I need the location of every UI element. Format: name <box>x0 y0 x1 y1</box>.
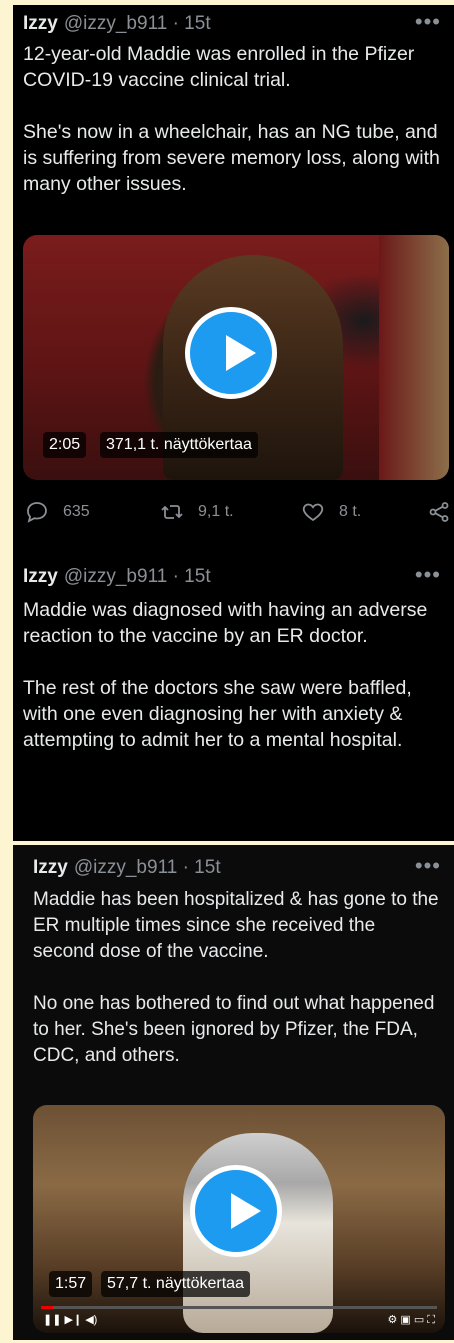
video-duration-badge: 1:57 <box>49 1271 93 1297</box>
author-name[interactable]: Izzy <box>33 857 68 878</box>
retweet-count: 9,1 t. <box>198 503 234 520</box>
more-options-icon[interactable]: ••• <box>415 9 441 35</box>
tweet-paragraph: No one has bothered to find out what hap… <box>33 993 435 1066</box>
video-views-badge: 57,7 t. näyttökertaa <box>101 1271 250 1297</box>
like-button[interactable]: 8 t. <box>301 500 361 524</box>
more-options-icon[interactable]: ••• <box>415 562 441 588</box>
video-thumbnail-wall <box>379 235 449 480</box>
play-icon[interactable] <box>190 1165 282 1257</box>
video-controls: ❚❚ ▶❙ ◀) ⚙ ▣ ▭ ⛶ <box>43 1313 435 1327</box>
video-progress-fill <box>41 1306 53 1309</box>
more-options-icon[interactable]: ••• <box>415 853 441 879</box>
tweet-text: Maddie has been hospitalized & has gone … <box>33 887 441 1069</box>
tweet-paragraph: 12-year-old Maddie was enrolled in the P… <box>23 43 415 91</box>
tweet-time: · 15t <box>172 566 211 587</box>
tweet-text: 12-year-old Maddie was enrolled in the P… <box>23 41 441 197</box>
tweet-paragraph: Maddie has been hospitalized & has gone … <box>33 889 439 962</box>
like-count: 8 t. <box>339 503 362 520</box>
retweet-button[interactable]: 9,1 t. <box>160 500 234 524</box>
reply-button[interactable]: 635 <box>25 500 90 524</box>
tweet-time: · 15t <box>182 857 221 878</box>
share-icon <box>429 502 449 522</box>
video-views-badge: 371,1 t. näyttökertaa <box>100 432 258 458</box>
tweet-actions: 635 9,1 t. 8 t. <box>23 500 449 530</box>
retweet-icon <box>161 505 183 519</box>
like-icon <box>302 503 324 522</box>
video-right-controls[interactable]: ⚙ ▣ ▭ ⛶ <box>387 1313 435 1327</box>
tweet-time: · 15t <box>172 13 211 34</box>
share-button[interactable] <box>427 500 454 524</box>
tweet-paragraph: She's now in a wheelchair, has an NG tub… <box>23 121 440 195</box>
reply-count: 635 <box>63 503 90 520</box>
author-handle[interactable]: @izzy_b911 · 15t <box>64 13 211 34</box>
tweet-header: Izzy @izzy_b911 · 15t ••• <box>23 562 445 592</box>
video-duration-badge: 2:05 <box>43 432 87 458</box>
tweet-text: Maddie was diagnosed with having an adve… <box>23 597 441 753</box>
reply-icon <box>27 502 47 523</box>
author-name[interactable]: Izzy <box>23 13 58 34</box>
tweet-header: Izzy @izzy_b911 · 15t ••• <box>33 853 445 883</box>
tweet-header: Izzy @izzy_b911 · 15t ••• <box>23 9 445 39</box>
tweet-paragraph: The rest of the doctors she saw were baf… <box>23 677 412 751</box>
author-handle[interactable]: @izzy_b911 · 15t <box>74 857 221 878</box>
video-progress-bar[interactable] <box>41 1306 437 1309</box>
author-name[interactable]: Izzy <box>23 566 58 587</box>
video-player[interactable]: 1:57 57,7 t. näyttökertaa ❚❚ ▶❙ ◀) ⚙ ▣ ▭… <box>33 1105 445 1333</box>
screenshot-panel-top: Izzy @izzy_b911 · 15t ••• 12-year-old Mad… <box>13 5 454 841</box>
video-left-controls[interactable]: ❚❚ ▶❙ ◀) <box>43 1313 97 1327</box>
video-player[interactable]: 2:05 371,1 t. näyttökertaa <box>23 235 449 480</box>
author-handle[interactable]: @izzy_b911 · 15t <box>64 566 211 587</box>
screenshot-panel-bottom: Izzy @izzy_b911 · 15t ••• Maddie has been… <box>13 845 454 1340</box>
play-icon[interactable] <box>185 307 277 399</box>
tweet-paragraph: Maddie was diagnosed with having an adve… <box>23 599 428 647</box>
